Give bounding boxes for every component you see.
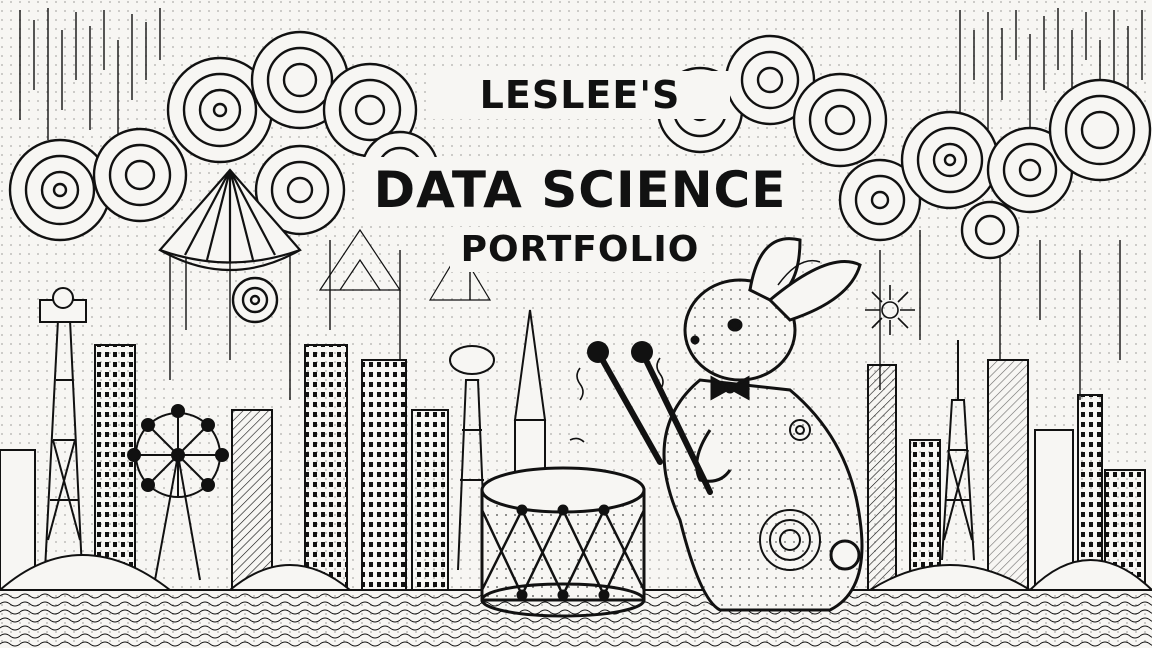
drum-icon bbox=[480, 466, 646, 618]
title-block: LESLEE'S DATA SCIENCE PORTFOLIO bbox=[340, 55, 820, 295]
title-sub: PORTFOLIO bbox=[450, 227, 710, 272]
title-owner: LESLEE'S bbox=[430, 71, 730, 119]
title-main: DATA SCIENCE bbox=[360, 157, 800, 223]
banner-canvas: LESLEE'S DATA SCIENCE PORTFOLIO bbox=[0, 0, 1152, 648]
